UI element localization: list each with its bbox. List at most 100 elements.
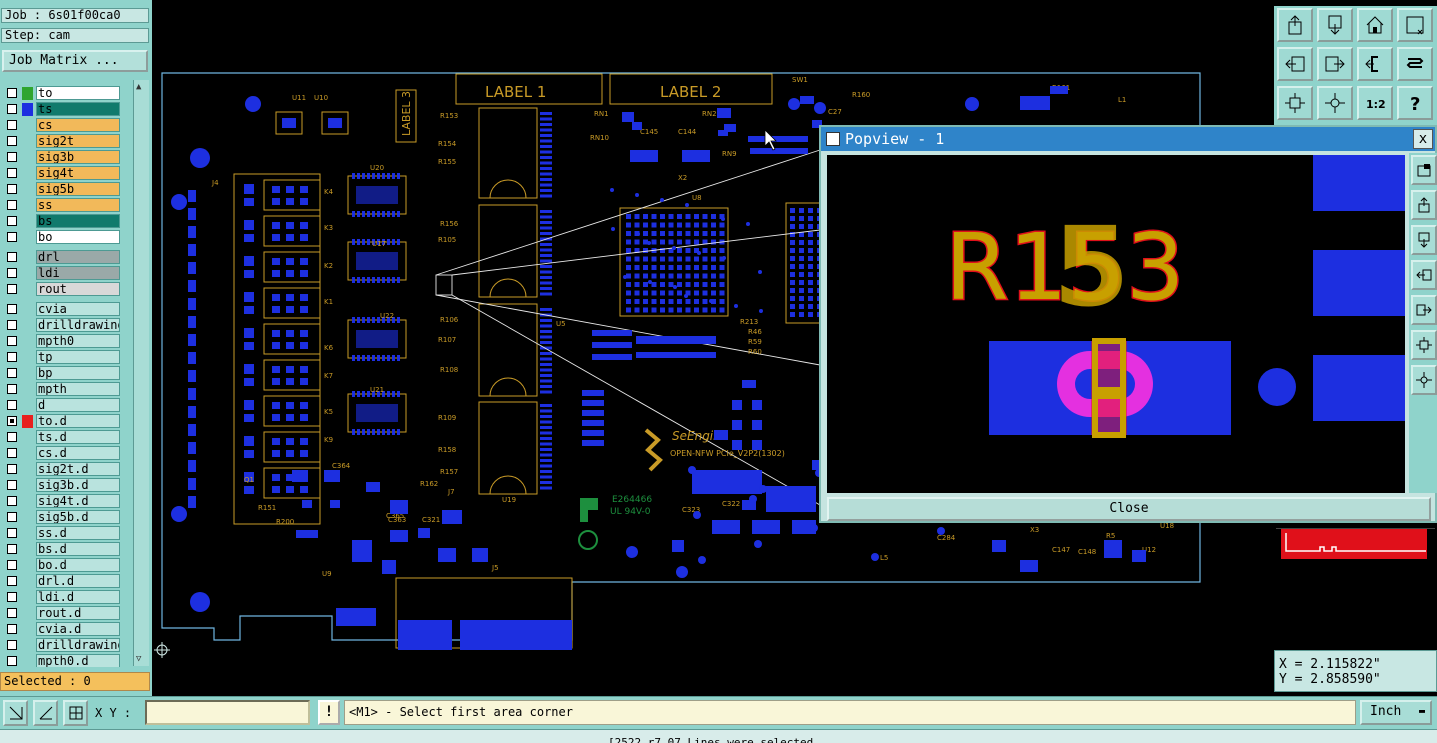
layer-row-ss[interactable]: ss: [3, 197, 121, 213]
layer-checkbox[interactable]: [7, 608, 17, 618]
layer-name[interactable]: sig4t.d: [36, 494, 120, 508]
layer-checkbox[interactable]: [7, 284, 17, 294]
zoom-home-icon[interactable]: [1277, 8, 1313, 42]
layer-row-sig4t-d[interactable]: sig4t.d: [3, 493, 121, 509]
window-menu-icon[interactable]: [826, 132, 840, 146]
layer-row-mpth[interactable]: mpth: [3, 381, 121, 397]
undo-view-icon[interactable]: [1357, 47, 1393, 81]
layer-row-sig5b[interactable]: sig5b: [3, 181, 121, 197]
layer-name[interactable]: sig4t: [36, 166, 120, 180]
layer-checkbox[interactable]: [7, 560, 17, 570]
layer-name[interactable]: bo.d: [36, 558, 120, 572]
layer-checkbox[interactable]: [7, 592, 17, 602]
layer-checkbox[interactable]: [7, 200, 17, 210]
layer-name[interactable]: d: [36, 398, 120, 412]
layer-row-sig2t[interactable]: sig2t: [3, 133, 121, 149]
zoom-back-icon[interactable]: [1317, 8, 1353, 42]
layer-checkbox[interactable]: [7, 512, 17, 522]
zoom-fit-icon[interactable]: [1411, 330, 1437, 360]
layer-row-d[interactable]: d: [3, 397, 121, 413]
layer-color-swatch[interactable]: [22, 623, 33, 636]
layer-name[interactable]: bs.d: [36, 542, 120, 556]
xy-coordinate-input[interactable]: [145, 700, 310, 725]
select-mode-icon[interactable]: [3, 700, 28, 726]
layer-row-bo[interactable]: bo: [3, 229, 121, 245]
layer-checkbox[interactable]: [7, 464, 17, 474]
layer-row-sig3b[interactable]: sig3b: [3, 149, 121, 165]
layer-row-drl-d[interactable]: drl.d: [3, 573, 121, 589]
layer-color-swatch[interactable]: [22, 135, 33, 148]
layer-row-sig3b-d[interactable]: sig3b.d: [3, 477, 121, 493]
layer-name[interactable]: ldi.d: [36, 590, 120, 604]
layer-name[interactable]: to: [36, 86, 120, 100]
layer-checkbox[interactable]: [7, 352, 17, 362]
scroll-down-icon[interactable]: ▽: [136, 654, 141, 664]
layer-row-bp[interactable]: bp: [3, 365, 121, 381]
layer-color-swatch[interactable]: [22, 351, 33, 364]
layer-color-swatch[interactable]: [22, 267, 33, 280]
layer-row-sig5b-d[interactable]: sig5b.d: [3, 509, 121, 525]
layer-name[interactable]: ss.d: [36, 526, 120, 540]
layer-name[interactable]: drilldrawing: [36, 318, 120, 332]
layer-color-swatch[interactable]: [22, 199, 33, 212]
layer-color-swatch[interactable]: [22, 167, 33, 180]
layer-row-ldi[interactable]: ldi: [3, 265, 121, 281]
layer-color-swatch[interactable]: [22, 543, 33, 556]
layer-name[interactable]: ldi: [36, 266, 120, 280]
layer-name[interactable]: cvia.d: [36, 622, 120, 636]
zoom-center-icon[interactable]: [1411, 365, 1437, 395]
scale-1to2-icon[interactable]: 1:2: [1357, 86, 1393, 120]
layer-color-swatch[interactable]: [22, 383, 33, 396]
popview-close-x-button[interactable]: x: [1413, 129, 1433, 149]
layer-row-rout[interactable]: rout: [3, 281, 121, 297]
house-icon[interactable]: [1357, 8, 1393, 42]
layer-checkbox[interactable]: [7, 640, 17, 650]
layer-checkbox[interactable]: [7, 448, 17, 458]
layer-name[interactable]: cvia: [36, 302, 120, 316]
pan-right-icon[interactable]: [1411, 295, 1437, 325]
layer-color-swatch[interactable]: [22, 447, 33, 460]
zoom-back-icon[interactable]: [1411, 225, 1437, 255]
layer-checkbox[interactable]: [7, 252, 17, 262]
layer-row-drilldrawing[interactable]: drilldrawing: [3, 317, 121, 333]
layer-row-cvia[interactable]: cvia: [3, 301, 121, 317]
layer-list-scrollbar[interactable]: ▲ ▽: [133, 80, 149, 666]
layer-color-swatch[interactable]: [22, 215, 33, 228]
popview-zoom-canvas[interactable]: R153 5: [827, 155, 1405, 493]
layer-checkbox[interactable]: [7, 384, 17, 394]
layer-color-swatch[interactable]: [22, 319, 33, 332]
layer-color-swatch[interactable]: [22, 335, 33, 348]
layer-row-drilldrawing[interactable]: drilldrawing: [3, 637, 121, 653]
layer-name[interactable]: rout.d: [36, 606, 120, 620]
layer-color-swatch[interactable]: [22, 607, 33, 620]
layer-name[interactable]: to.d: [36, 414, 120, 428]
grid-close-icon[interactable]: [1397, 8, 1433, 42]
layer-checkbox[interactable]: [7, 88, 17, 98]
layer-checkbox[interactable]: [7, 152, 17, 162]
layer-row-sig4t[interactable]: sig4t: [3, 165, 121, 181]
layer-color-swatch[interactable]: [22, 575, 33, 588]
layer-name[interactable]: sig5b: [36, 182, 120, 196]
layer-checkbox[interactable]: [7, 304, 17, 314]
layer-name[interactable]: drilldrawing: [36, 638, 120, 652]
layer-color-swatch[interactable]: [22, 86, 33, 100]
layer-color-swatch[interactable]: [22, 119, 33, 132]
pan-left-icon[interactable]: [1411, 260, 1437, 290]
layer-color-swatch[interactable]: [22, 495, 33, 508]
layer-row-drl[interactable]: drl: [3, 249, 121, 265]
layer-color-swatch[interactable]: [22, 231, 33, 244]
layer-name[interactable]: sig2t.d: [36, 462, 120, 476]
layer-checkbox[interactable]: [7, 232, 17, 242]
layer-row-to-d[interactable]: to.d: [3, 413, 121, 429]
layer-checkbox[interactable]: [7, 656, 17, 666]
layer-checkbox[interactable]: [7, 268, 17, 278]
layer-checkbox[interactable]: [7, 368, 17, 378]
layer-checkbox[interactable]: [7, 496, 17, 506]
layer-checkbox[interactable]: [7, 528, 17, 538]
layer-row-cvia-d[interactable]: cvia.d: [3, 621, 121, 637]
layer-checkbox[interactable]: [7, 104, 17, 114]
layer-row-mpth0-d[interactable]: mpth0.d: [3, 653, 121, 667]
layer-checkbox[interactable]: [7, 624, 17, 634]
layer-name[interactable]: sig2t: [36, 134, 120, 148]
layer-color-swatch[interactable]: [22, 655, 33, 668]
